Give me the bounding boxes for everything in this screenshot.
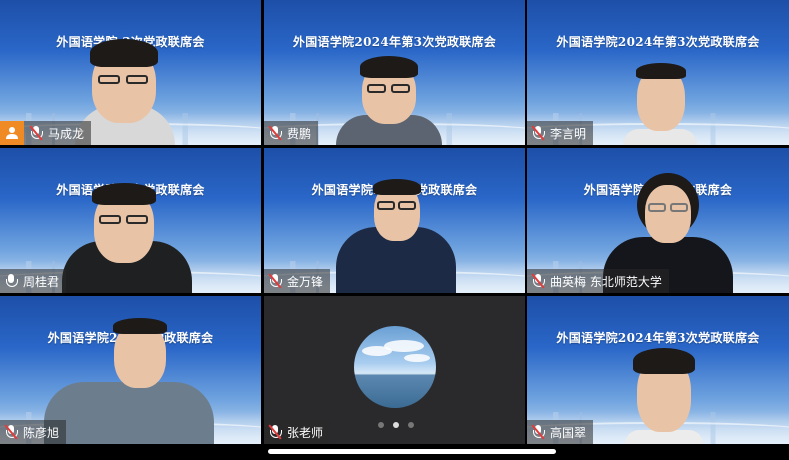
video-grid: 外国语学院 3次党政联席会 马成龙 外国语学院2024年第3次党政联席会 费鹏 … — [0, 0, 789, 444]
participant-name-label: 陈彦旭 — [0, 420, 67, 444]
participant-name: 金万锋 — [287, 274, 324, 289]
participant-name-label: 费鹏 — [264, 121, 319, 145]
background-banner: 外国语学院2024年第3次党政联席会 — [556, 35, 760, 49]
participant-video — [336, 173, 456, 293]
participant-video — [334, 50, 444, 145]
video-tile[interactable]: 外国语学院20 3次党政联席会 陈彦旭 — [0, 296, 261, 444]
participant-video — [44, 310, 214, 444]
video-tile[interactable]: 外国语学院2024年第3次党政联席会 李言明 — [527, 0, 789, 145]
participant-name-label: 高国翠 — [527, 420, 594, 444]
participant-video — [62, 175, 192, 293]
background-banner: 外国语学院2024年第3次党政联席会 — [556, 331, 760, 345]
participant-video — [615, 61, 705, 145]
video-tile[interactable]: 外国语学院2024年第3次党政联席会 高国翠 — [527, 296, 789, 444]
page-dot[interactable] — [408, 422, 414, 428]
video-tile[interactable]: 外国语学院 3次党政联席会 周桂君 — [0, 148, 261, 293]
participant-name: 张老师 — [287, 425, 324, 440]
participant-name: 周桂君 — [23, 274, 60, 289]
microphone-muted-icon — [4, 424, 18, 440]
participant-name: 陈彦旭 — [23, 425, 60, 440]
microphone-muted-icon — [268, 125, 282, 141]
home-indicator[interactable] — [268, 449, 556, 454]
sky-sea-avatar — [354, 326, 436, 408]
participant-name: 曲英梅 东北师范大学 — [550, 274, 662, 289]
microphone-muted-icon — [268, 424, 282, 440]
video-tile[interactable]: 外国语学院20 3次党政联席会 金万锋 — [264, 148, 525, 293]
participant-name-label: 李言明 — [527, 121, 594, 145]
host-person-icon — [0, 121, 24, 145]
microphone-muted-icon — [531, 125, 545, 141]
participant-name-label: 曲英梅 东北师范大学 — [527, 269, 669, 293]
participant-name-label: 金万锋 — [264, 269, 331, 293]
participant-name-label: 周桂君 — [0, 269, 67, 293]
page-indicator[interactable] — [378, 422, 414, 428]
participant-name: 高国翠 — [550, 425, 587, 440]
video-tile[interactable]: 外国语学院 3次党政联席会 马成龙 — [0, 0, 261, 145]
participant-name-label: 张老师 — [264, 420, 331, 444]
microphone-muted-icon — [531, 273, 545, 289]
microphone-muted-icon — [29, 125, 43, 141]
participant-name-label: 马成龙 — [0, 121, 92, 145]
participant-name: 李言明 — [550, 126, 587, 141]
participant-name: 马成龙 — [48, 126, 85, 141]
video-tile[interactable]: 外国语学院2024年第3次党政联席会 费鹏 — [264, 0, 525, 145]
microphone-icon — [4, 273, 18, 289]
page-dot-active[interactable] — [393, 422, 399, 428]
video-tile[interactable]: 外国语学院 3次党政联席会 曲英梅 东北师范大学 — [527, 148, 789, 293]
background-banner: 外国语学院2024年第3次党政联席会 — [292, 35, 497, 49]
participant-video — [619, 346, 709, 444]
page-dot[interactable] — [378, 422, 384, 428]
video-tile-camera-off[interactable]: 张老师 — [264, 296, 525, 444]
microphone-muted-icon — [268, 273, 282, 289]
microphone-muted-icon — [531, 424, 545, 440]
participant-name: 费鹏 — [287, 126, 312, 141]
